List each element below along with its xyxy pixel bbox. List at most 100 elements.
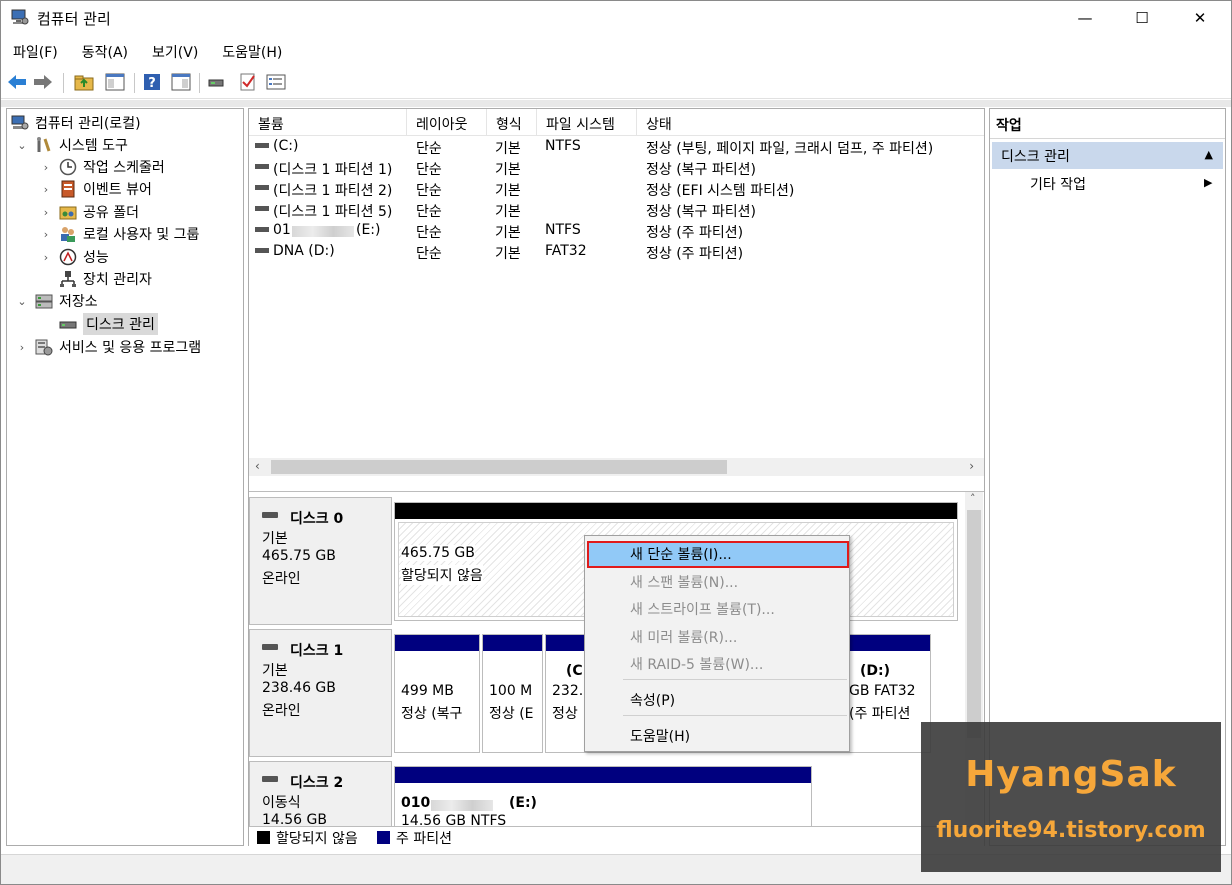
volume-fs: FAT32 bbox=[545, 243, 587, 259]
show-hide-tree-icon[interactable] bbox=[104, 71, 126, 93]
tree-item-shared-folders[interactable]: › 공유 폴더 bbox=[39, 201, 139, 223]
tree-item-performance[interactable]: › 성능 bbox=[39, 246, 109, 268]
scroll-up-icon[interactable]: ˄ bbox=[970, 492, 976, 505]
horizontal-scrollbar[interactable]: ‹ › bbox=[249, 458, 984, 476]
tree-item-system-tools[interactable]: ⌄ 시스템 도구 bbox=[15, 134, 128, 156]
tree-item-task-scheduler[interactable]: › 작업 스케줄러 bbox=[39, 156, 165, 178]
expand-chevron-icon[interactable]: › bbox=[15, 341, 29, 354]
volume-row[interactable]: (디스크 1 파티션 5) 단순 기본 정상 (복구 파티션) bbox=[249, 200, 984, 221]
partition-legend: 할당되지 않음 주 파티션 bbox=[249, 826, 984, 847]
menu-item-new-spanned-volume[interactable]: 새 스팬 볼륨(N)... bbox=[630, 572, 738, 592]
actions-section-disk-management[interactable]: 디스크 관리 ▲ bbox=[992, 142, 1223, 169]
disk-icon bbox=[262, 776, 278, 782]
device-manager-icon bbox=[59, 270, 77, 288]
menu-view[interactable]: 보기(V) bbox=[140, 39, 210, 65]
forward-arrow-icon[interactable] bbox=[32, 71, 54, 93]
volume-name: DNA (D:) bbox=[273, 243, 335, 259]
help-icon[interactable]: ? bbox=[141, 71, 163, 93]
tree-item-services-applications[interactable]: › 서비스 및 응용 프로그램 bbox=[15, 336, 201, 358]
volume-row[interactable]: (C:) 단순 기본 NTFS 정상 (부팅, 페이지 파일, 크래시 덤프, … bbox=[249, 137, 984, 158]
menu-item-new-mirror-volume[interactable]: 새 미러 볼륨(R)... bbox=[630, 627, 737, 647]
column-header-status[interactable]: 상태 bbox=[637, 109, 984, 136]
more-actions-item[interactable]: 기타 작업 bbox=[1030, 174, 1086, 194]
shared-folder-icon bbox=[59, 203, 77, 221]
disk-icon bbox=[262, 512, 278, 518]
volume-name-suffix: (E:) bbox=[356, 222, 381, 238]
up-folder-icon[interactable] bbox=[73, 71, 95, 93]
show-action-pane-icon[interactable] bbox=[170, 71, 192, 93]
menu-item-new-striped-volume[interactable]: 새 스트라이프 볼륨(T)... bbox=[630, 599, 775, 619]
users-icon bbox=[59, 225, 77, 243]
watermark: HyangSak fluorite94.tistory.com bbox=[921, 722, 1221, 872]
menu-item-properties[interactable]: 속성(P) bbox=[630, 690, 675, 710]
column-header-type[interactable]: 형식 bbox=[487, 109, 537, 136]
menu-file[interactable]: 파일(F) bbox=[1, 39, 70, 65]
volume-name: (디스크 1 파티션 2) bbox=[273, 183, 393, 199]
disk2-partition-e[interactable]: 010 (E:) 14.56 GB NTFS bbox=[394, 766, 812, 828]
volume-icon bbox=[255, 206, 269, 211]
volume-status: 정상 (복구 파티션) bbox=[646, 162, 756, 178]
volume-name-prefix: 01 bbox=[273, 222, 291, 238]
tree-item-computer-management[interactable]: 컴퓨터 관리(로컬) bbox=[11, 112, 141, 134]
partition-size: 100 M bbox=[489, 683, 533, 699]
column-header-layout[interactable]: 레이아웃 bbox=[407, 109, 487, 136]
volume-row[interactable]: DNA (D:) 단순 기본 FAT32 정상 (주 파티션) bbox=[249, 242, 984, 263]
menu-item-new-raid5-volume[interactable]: 새 RAID-5 볼륨(W)... bbox=[630, 654, 763, 674]
maximize-button[interactable]: ☐ bbox=[1113, 1, 1171, 35]
menu-separator bbox=[623, 715, 847, 716]
tools-icon bbox=[35, 136, 53, 154]
volume-row[interactable]: (디스크 1 파티션 2) 단순 기본 정상 (EFI 시스템 파티션) bbox=[249, 179, 984, 200]
expand-chevron-icon[interactable]: › bbox=[39, 183, 53, 196]
console-tree: 컴퓨터 관리(로컬) ⌄ 시스템 도구 › 작업 스케줄러 › 이벤트 뷰어 ›… bbox=[6, 108, 244, 846]
submenu-arrow-icon[interactable]: ▶ bbox=[1204, 176, 1212, 189]
partition-size: 465.75 GB bbox=[401, 545, 475, 561]
collapse-up-icon[interactable]: ▲ bbox=[1205, 148, 1213, 161]
tree-item-device-manager[interactable]: 장치 관리자 bbox=[59, 268, 152, 290]
volume-layout: 단순 bbox=[416, 246, 442, 262]
volume-layout: 단순 bbox=[416, 225, 442, 241]
tree-item-disk-management[interactable]: 디스크 관리 bbox=[59, 313, 158, 335]
scroll-left-icon[interactable]: ‹ bbox=[255, 459, 260, 473]
tree-label: 저장소 bbox=[59, 294, 98, 310]
back-arrow-icon[interactable] bbox=[6, 71, 28, 93]
scroll-right-icon[interactable]: › bbox=[969, 459, 974, 473]
check-list-icon[interactable] bbox=[237, 71, 259, 93]
tree-item-event-viewer[interactable]: › 이벤트 뷰어 bbox=[39, 178, 152, 200]
volume-list-header: 볼륨 레이아웃 형식 파일 시스템 상태 bbox=[249, 109, 984, 136]
expand-chevron-icon[interactable]: › bbox=[39, 161, 53, 174]
tree-label: 서비스 및 응용 프로그램 bbox=[59, 340, 202, 356]
disk0-label[interactable]: 디스크 0 기본 465.75 GB 온라인 bbox=[249, 497, 392, 625]
expand-chevron-icon[interactable]: › bbox=[39, 251, 53, 264]
tree-item-storage[interactable]: ⌄ 저장소 bbox=[15, 290, 98, 312]
collapse-chevron-icon[interactable]: ⌄ bbox=[15, 295, 29, 308]
volume-row[interactable]: (디스크 1 파티션 1) 단순 기본 정상 (복구 파티션) bbox=[249, 158, 984, 179]
connect-drive-icon[interactable] bbox=[206, 71, 228, 93]
volume-fs: NTFS bbox=[545, 138, 581, 154]
menu-action[interactable]: 동작(A) bbox=[70, 39, 140, 65]
disk1-partition-d[interactable]: (D:) GB FAT32 (주 파티션 bbox=[845, 634, 931, 753]
column-header-volume[interactable]: 볼륨 bbox=[249, 109, 407, 136]
disk2-label[interactable]: 디스크 2 이동식 14.56 GB bbox=[249, 761, 392, 831]
minimize-button[interactable]: — bbox=[1056, 1, 1114, 35]
scrollbar-thumb[interactable] bbox=[967, 510, 981, 738]
computer-management-icon bbox=[11, 114, 29, 132]
disk1-partition-2[interactable]: 100 M 정상 (E bbox=[482, 634, 543, 753]
menu-help[interactable]: 도움말(H) bbox=[210, 39, 294, 65]
close-button[interactable]: ✕ bbox=[1171, 1, 1229, 35]
disk-kind: 기본 bbox=[262, 531, 288, 547]
computer-management-icon bbox=[11, 9, 29, 25]
disk-state: 온라인 bbox=[262, 703, 301, 719]
expand-chevron-icon[interactable]: › bbox=[39, 228, 53, 241]
disk1-partition-1[interactable]: 499 MB 정상 (복구 bbox=[394, 634, 480, 753]
scrollbar-thumb[interactable] bbox=[271, 460, 727, 474]
collapse-chevron-icon[interactable]: ⌄ bbox=[15, 139, 29, 152]
properties-icon[interactable] bbox=[265, 71, 287, 93]
expand-chevron-icon[interactable]: › bbox=[39, 206, 53, 219]
menu-item-new-simple-volume[interactable]: 새 단순 볼륨(I)... bbox=[630, 544, 732, 564]
disk1-label[interactable]: 디스크 1 기본 238.46 GB 온라인 bbox=[249, 629, 392, 757]
volume-row[interactable]: 01 (E:) 단순 기본 NTFS 정상 (주 파티션) bbox=[249, 221, 984, 242]
menu-item-help[interactable]: 도움말(H) bbox=[630, 726, 690, 746]
column-header-filesystem[interactable]: 파일 시스템 bbox=[537, 109, 637, 136]
tree-item-local-users[interactable]: › 로컬 사용자 및 그룹 bbox=[39, 223, 199, 245]
volume-type: 기본 bbox=[495, 141, 521, 157]
